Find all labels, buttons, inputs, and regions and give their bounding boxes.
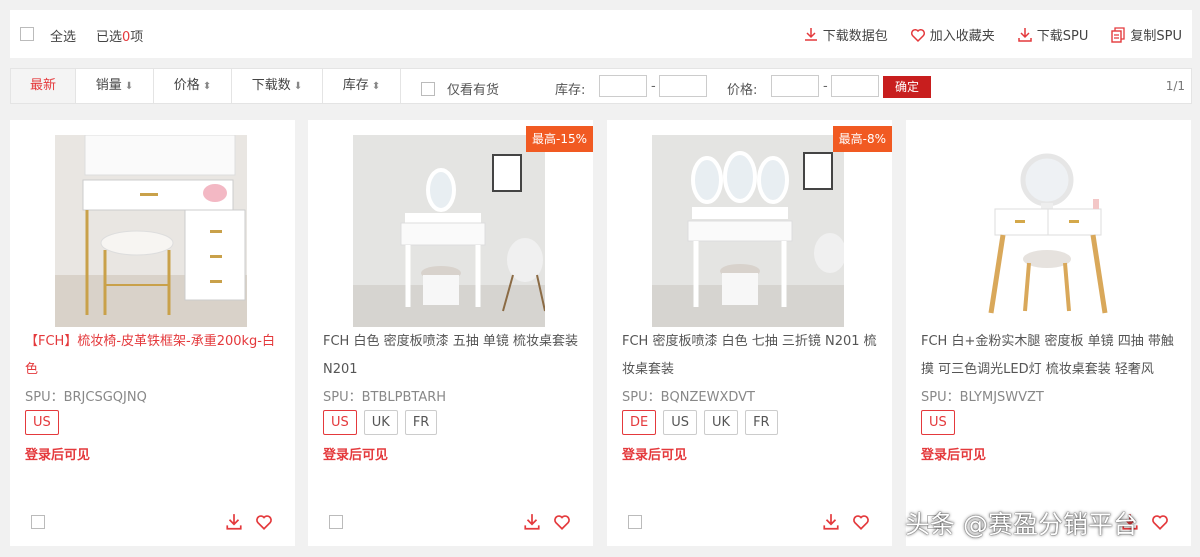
product-title[interactable]: FCH 白色 密度板喷漆 五抽 单镜 梳妆桌套装 N201 (323, 328, 581, 384)
sort-sales-tab[interactable]: 销量 ⬇ (76, 69, 154, 103)
discount-badge: 最高-8% (832, 126, 892, 152)
selected-count-text: 已选0项 (96, 30, 144, 45)
toolbar: 全选 已选0项 下载数据包 加入收藏夹 下载SPU 复制SPU (10, 10, 1192, 58)
sort-downloads-tab[interactable]: 下载数 ⬇ (232, 69, 323, 103)
login-to-view-price[interactable]: 登录后可见 (921, 444, 986, 463)
product-spu: SPU：BRJCSGQJNQ (25, 390, 147, 405)
sort-both-icon: ⬍ (202, 81, 212, 92)
country-tag[interactable]: DE (622, 410, 657, 435)
select-all-checkbox[interactable] (20, 27, 34, 41)
country-tag[interactable]: US (921, 410, 955, 435)
sort-price-tab[interactable]: 价格 ⬍ (154, 69, 232, 103)
country-tag[interactable]: UK (704, 410, 739, 435)
country-tag[interactable]: US (323, 410, 357, 435)
in-stock-only-filter[interactable]: 仅看有货 (421, 79, 499, 98)
country-list: US (25, 410, 59, 435)
sort-desc-icon: ⬇ (124, 81, 134, 92)
country-tag[interactable]: FR (745, 410, 778, 435)
download-icon[interactable] (225, 513, 243, 531)
price-range-dash: - (823, 79, 828, 94)
product-select-checkbox[interactable] (31, 515, 45, 529)
product-title[interactable]: 【FCH】梳妆椅-皮革铁框架-承重200kg-白色 (25, 328, 283, 384)
download-tray-icon (1018, 27, 1032, 42)
heart-icon (910, 28, 925, 42)
heart-icon[interactable] (255, 513, 273, 531)
product-select-checkbox[interactable] (628, 515, 642, 529)
product-spu: SPU：BTBLPBTARH (323, 390, 447, 405)
add-favorites-label: 加入收藏夹 (929, 29, 995, 44)
sort-latest-tab[interactable]: 最新 (11, 69, 76, 103)
download-spu-label: 下载SPU (1036, 29, 1089, 44)
stock-range-label: 库存: (555, 83, 586, 98)
country-tag[interactable]: UK (363, 410, 398, 435)
sort-stock-tab[interactable]: 库存 ⬍ (323, 69, 401, 103)
filter-bar: 最新 销量 ⬇ 价格 ⬍ 下载数 ⬇ 库存 ⬍ 仅看有货 库存: - 价格: - 确定 … (10, 68, 1192, 104)
country-tag[interactable]: FR (404, 410, 438, 435)
confirm-button[interactable]: 确定 (883, 76, 931, 98)
copy-icon (1111, 26, 1126, 43)
discount-badge: 最高-15% (525, 126, 593, 152)
select-all-label[interactable]: 全选 (50, 26, 76, 45)
watermark: 头条 @赛盈分销平台 (905, 510, 1138, 539)
country-tag[interactable]: US (663, 410, 698, 435)
download-icon (804, 27, 817, 41)
price-min-input[interactable] (771, 75, 819, 97)
login-to-view-price[interactable]: 登录后可见 (323, 444, 388, 463)
in-stock-only-checkbox[interactable] (421, 81, 435, 96)
stock-min-input[interactable] (599, 75, 647, 97)
product-title[interactable]: FCH 密度板喷漆 白色 七抽 三折镜 N201 梳妆桌套装 (622, 328, 880, 384)
country-list: US UK FR (323, 410, 438, 435)
product-card[interactable]: 【FCH】梳妆椅-皮革铁框架-承重200kg-白色 SPU：BRJCSGQJNQ… (10, 120, 295, 546)
product-spu: SPU：BLYMJSWVZT (921, 390, 1044, 405)
sort-desc-icon: ⬇ (293, 81, 303, 92)
download-package-label: 下载数据包 (822, 29, 888, 44)
price-range-label: 价格: (727, 83, 758, 98)
country-list: US (921, 410, 955, 435)
heart-icon[interactable] (852, 513, 870, 531)
price-max-input[interactable] (831, 75, 879, 97)
download-icon[interactable] (822, 513, 840, 531)
heart-icon[interactable] (553, 513, 571, 531)
page-indicator: 1/1 (1165, 79, 1185, 93)
login-to-view-price[interactable]: 登录后可见 (622, 444, 687, 463)
country-tag[interactable]: US (25, 410, 59, 435)
product-image[interactable] (55, 135, 247, 327)
download-package-button[interactable]: 下载数据包 (803, 25, 888, 44)
copy-spu-button[interactable]: 复制SPU (1110, 25, 1182, 44)
product-image[interactable] (951, 135, 1143, 327)
product-image[interactable] (652, 135, 844, 327)
product-card[interactable]: 最高-8% FCH 密度板喷漆 白色 七抽 三折镜 N201 梳妆桌套装 SPU… (607, 120, 892, 546)
product-image[interactable] (353, 135, 545, 327)
product-card[interactable]: FCH 白+金粉实木腿 密度板 单镜 四抽 带触摸 可三色调光LED灯 梳妆桌套… (906, 120, 1191, 546)
product-select-checkbox[interactable] (329, 515, 343, 529)
login-to-view-price[interactable]: 登录后可见 (25, 444, 90, 463)
product-card[interactable]: 最高-15% FCH 白色 密度板喷漆 五抽 单镜 梳妆桌套装 N201 SPU… (308, 120, 593, 546)
stock-range-dash: - (651, 79, 656, 94)
add-favorites-button[interactable]: 加入收藏夹 (910, 25, 995, 44)
download-icon[interactable] (523, 513, 541, 531)
copy-spu-label: 复制SPU (1130, 29, 1182, 44)
heart-icon[interactable] (1151, 513, 1169, 531)
country-list: DE US UK FR (622, 410, 778, 435)
sort-both-icon: ⬍ (371, 81, 381, 92)
stock-max-input[interactable] (659, 75, 707, 97)
in-stock-only-label: 仅看有货 (447, 83, 500, 98)
product-title[interactable]: FCH 白+金粉实木腿 密度板 单镜 四抽 带触摸 可三色调光LED灯 梳妆桌套… (921, 328, 1179, 384)
product-spu: SPU：BQNZEWXDVT (622, 390, 755, 405)
download-spu-button[interactable]: 下载SPU (1017, 25, 1089, 44)
